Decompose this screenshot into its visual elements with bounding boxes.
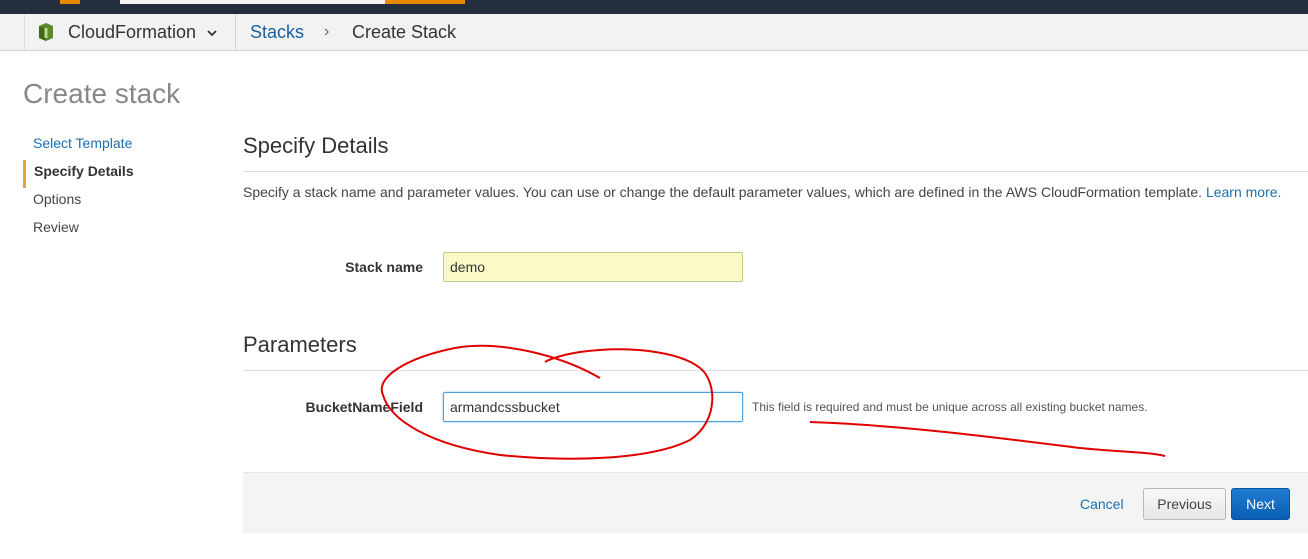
next-button[interactable]: Next bbox=[1231, 488, 1290, 520]
service-name: CloudFormation bbox=[68, 21, 197, 42]
learn-more-link[interactable]: Learn more. bbox=[1206, 184, 1281, 200]
step-review[interactable]: Review bbox=[23, 216, 134, 244]
service-menu[interactable]: CloudFormation bbox=[36, 14, 218, 50]
step-select-template[interactable]: Select Template bbox=[23, 132, 134, 160]
navbar-divider bbox=[24, 14, 25, 50]
section-divider bbox=[243, 370, 1308, 371]
bucket-name-input[interactable] bbox=[443, 392, 743, 422]
stack-name-label: Stack name bbox=[345, 259, 423, 275]
top-strip-accent bbox=[60, 0, 80, 4]
service-navbar: CloudFormation Stacks › Create Stack bbox=[0, 14, 1308, 51]
wizard-steps: Select Template Specify Details Options … bbox=[23, 132, 134, 244]
bucket-name-hint: This field is required and must be uniqu… bbox=[752, 400, 1148, 414]
specify-details-heading: Specify Details bbox=[243, 133, 389, 158]
step-options[interactable]: Options bbox=[23, 188, 134, 216]
chevron-down-icon bbox=[206, 26, 218, 38]
details-description-text: Specify a stack name and parameter value… bbox=[243, 184, 1203, 200]
navbar-divider bbox=[235, 14, 236, 50]
cloudformation-icon bbox=[36, 22, 56, 42]
bucket-name-label: BucketNameField bbox=[305, 399, 423, 415]
details-description: Specify a stack name and parameter value… bbox=[243, 184, 1281, 200]
cancel-button[interactable]: Cancel bbox=[1080, 496, 1124, 512]
stack-name-input[interactable] bbox=[443, 252, 743, 282]
breadcrumb-separator: › bbox=[324, 23, 330, 40]
section-divider bbox=[243, 171, 1308, 172]
previous-button[interactable]: Previous bbox=[1143, 488, 1226, 520]
annotation-underline bbox=[809, 421, 1166, 457]
wizard-footer: Cancel Previous Next bbox=[243, 472, 1308, 533]
step-specify-details[interactable]: Specify Details bbox=[23, 160, 134, 188]
breadcrumb-stacks-link[interactable]: Stacks bbox=[250, 14, 304, 50]
parameters-heading: Parameters bbox=[243, 332, 357, 357]
top-strip-highlight bbox=[385, 0, 465, 4]
browser-top-strip bbox=[0, 0, 1308, 15]
page-title: Create stack bbox=[23, 78, 181, 109]
breadcrumb-current: Create Stack bbox=[352, 22, 457, 42]
